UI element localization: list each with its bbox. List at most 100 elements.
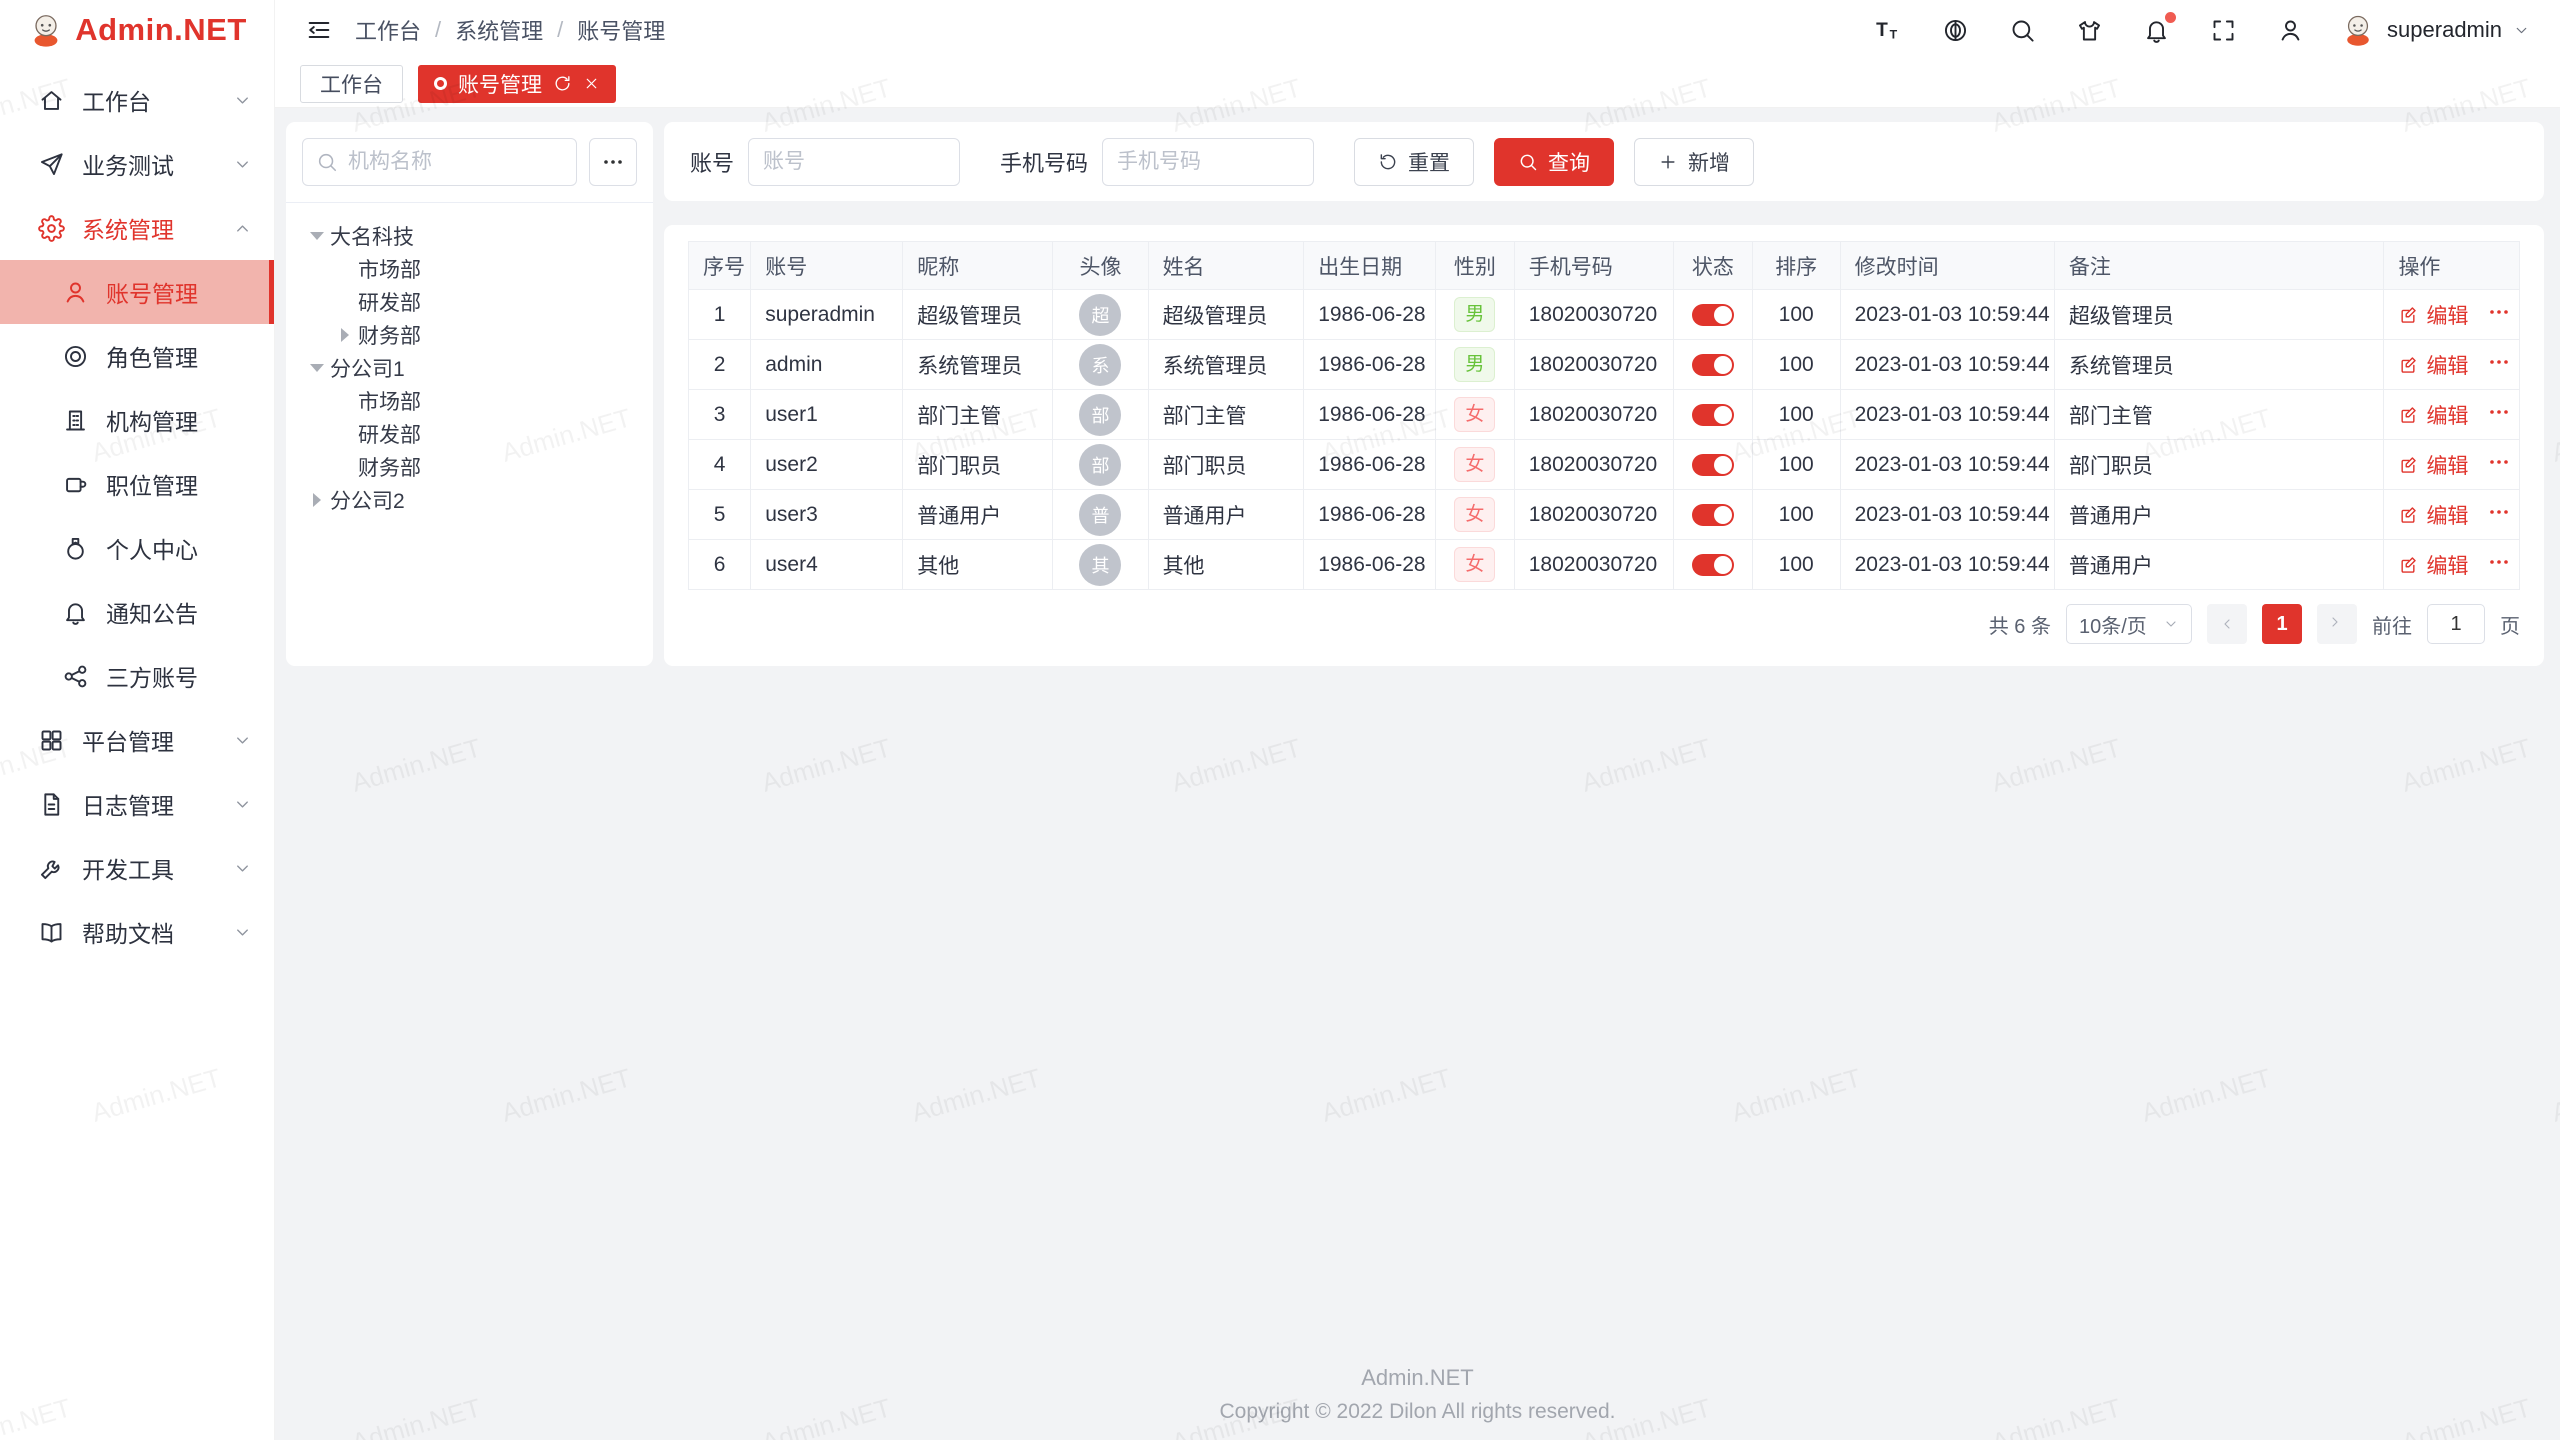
row-more-button[interactable]: [2477, 450, 2511, 480]
tab-account-manage[interactable]: 账号管理: [418, 65, 616, 103]
reset-button[interactable]: 重置: [1354, 138, 1474, 186]
notification-button[interactable]: [2143, 17, 2170, 44]
caret-down-icon[interactable]: [304, 232, 330, 240]
user-menu[interactable]: superadmin: [2340, 12, 2530, 48]
tree-node[interactable]: 研发部: [296, 417, 643, 450]
theme-button[interactable]: [2076, 17, 2103, 44]
cell-birthdate: 1986-06-28: [1304, 390, 1436, 440]
edit-button[interactable]: 编辑: [2398, 450, 2468, 480]
cell-status: [1674, 390, 1753, 440]
tree-node[interactable]: 分公司2: [296, 483, 643, 516]
row-more-button[interactable]: [2477, 500, 2511, 530]
tab-workbench[interactable]: 工作台: [300, 65, 403, 103]
caret-right-icon[interactable]: [304, 493, 330, 507]
search-button[interactable]: [2009, 17, 2036, 44]
caret-down-icon[interactable]: [304, 364, 330, 372]
cell-gender: 女: [1436, 490, 1515, 540]
avatar: 系: [1079, 344, 1121, 386]
submenu-item-label: 三方账号: [106, 659, 252, 693]
menu-item-workbench[interactable]: 工作台: [0, 68, 274, 132]
current-page[interactable]: 1: [2262, 604, 2302, 644]
edit-icon: [2398, 455, 2418, 475]
menu-item-label: 开发工具: [82, 851, 233, 885]
menu-item-business-test[interactable]: 业务测试: [0, 132, 274, 196]
position-icon: [62, 471, 89, 498]
column-header: 备注: [2054, 242, 2384, 290]
prev-page-button[interactable]: [2207, 604, 2247, 644]
cell-status: [1674, 540, 1753, 590]
cell-index: 1: [689, 290, 751, 340]
query-button[interactable]: 查询: [1494, 138, 1614, 186]
row-actions: 编辑: [2398, 300, 2505, 330]
phone-input[interactable]: [1102, 138, 1314, 186]
edit-button[interactable]: 编辑: [2398, 350, 2468, 380]
submenu-item-notice[interactable]: 通知公告: [0, 580, 274, 644]
tree-node[interactable]: 市场部: [296, 384, 643, 417]
tree-node[interactable]: 市场部: [296, 252, 643, 285]
cell-phone: 18020030720: [1514, 490, 1673, 540]
org-more-button[interactable]: [589, 138, 637, 186]
menu-item-log-manage[interactable]: 日志管理: [0, 772, 274, 836]
table-body: 1superadmin超级管理员超超级管理员1986-06-28男1802003…: [689, 290, 2520, 590]
profile-button[interactable]: [2277, 17, 2304, 44]
pagination: 共 6 条 10条/页 1 前往 页: [688, 604, 2520, 644]
status-toggle[interactable]: [1692, 404, 1734, 426]
add-button[interactable]: 新增: [1634, 138, 1754, 186]
status-toggle[interactable]: [1692, 354, 1734, 376]
bell-icon: [62, 599, 89, 626]
submenu-item-role-manage[interactable]: 角色管理: [0, 324, 274, 388]
tree-node[interactable]: 分公司1: [296, 351, 643, 384]
chevron-down-icon: [233, 923, 252, 942]
org-search-input[interactable]: [348, 150, 563, 174]
row-more-button[interactable]: [2477, 300, 2511, 330]
status-toggle[interactable]: [1692, 554, 1734, 576]
submenu-item-personal-center[interactable]: 个人中心: [0, 516, 274, 580]
tree-node-label: 分公司1: [330, 353, 405, 383]
submenu-item-account-manage[interactable]: 账号管理: [0, 260, 274, 324]
app-title: Admin.NET: [75, 12, 247, 48]
tree-node[interactable]: 财务部: [296, 318, 643, 351]
edit-button[interactable]: 编辑: [2398, 500, 2468, 530]
status-toggle[interactable]: [1692, 504, 1734, 526]
submenu-item-position-manage[interactable]: 职位管理: [0, 452, 274, 516]
edit-button[interactable]: 编辑: [2398, 550, 2468, 580]
submenu-item-third-account[interactable]: 三方账号: [0, 644, 274, 708]
close-tab-icon[interactable]: [583, 75, 600, 92]
breadcrumb-item-workbench[interactable]: 工作台: [355, 14, 421, 46]
menu-item-dev-tools[interactable]: 开发工具: [0, 836, 274, 900]
tree-node[interactable]: 研发部: [296, 285, 643, 318]
font-size-button[interactable]: TT: [1875, 17, 1902, 44]
page-unit-label: 页: [2500, 610, 2520, 639]
edit-button[interactable]: 编辑: [2398, 300, 2468, 330]
caret-right-icon[interactable]: [332, 328, 358, 342]
breadcrumb-item-system[interactable]: 系统管理: [455, 14, 543, 46]
row-more-button[interactable]: [2477, 350, 2511, 380]
menu-item-system-manage[interactable]: 系统管理: [0, 196, 274, 260]
refresh-tab-icon[interactable]: [553, 74, 572, 93]
fullscreen-button[interactable]: [2210, 17, 2237, 44]
table-row: 2admin系统管理员系系统管理员1986-06-28男180200307201…: [689, 340, 2520, 390]
collapse-sidebar-button[interactable]: [305, 16, 333, 44]
footer-app-name: Admin.NET: [275, 1365, 2560, 1391]
org-search-box: [302, 138, 577, 186]
status-toggle[interactable]: [1692, 304, 1734, 326]
row-more-button[interactable]: [2477, 400, 2511, 430]
next-page-button[interactable]: [2317, 604, 2357, 644]
menu-item-help-docs[interactable]: 帮助文档: [0, 900, 274, 964]
goto-page-input[interactable]: [2427, 604, 2485, 644]
menu-item-platform-manage[interactable]: 平台管理: [0, 708, 274, 772]
account-input[interactable]: [748, 138, 960, 186]
tree-node[interactable]: 财务部: [296, 450, 643, 483]
edit-button[interactable]: 编辑: [2398, 400, 2468, 430]
row-more-button[interactable]: [2477, 550, 2511, 580]
cell-phone: 18020030720: [1514, 290, 1673, 340]
language-button[interactable]: [1942, 17, 1969, 44]
tree-node[interactable]: 大名科技: [296, 219, 643, 252]
svg-text:T: T: [1890, 27, 1898, 41]
tree-node-label: 分公司2: [330, 485, 405, 515]
page-size-select[interactable]: 10条/页: [2066, 604, 2192, 644]
status-toggle[interactable]: [1692, 454, 1734, 476]
cell-name: 超级管理员: [1148, 290, 1304, 340]
submenu-item-org-manage[interactable]: 机构管理: [0, 388, 274, 452]
font-size-icon: TT: [1875, 17, 1902, 44]
